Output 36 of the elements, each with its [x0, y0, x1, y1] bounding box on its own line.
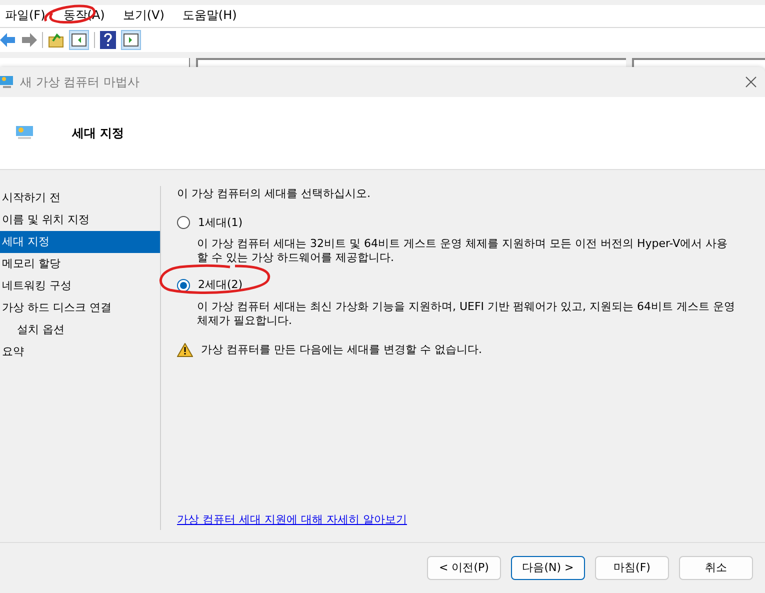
menu-item[interactable]: 도움말(H) — [182, 6, 237, 24]
wizard-step[interactable]: 가상 하드 디스크 연결 — [0, 297, 160, 319]
wizard-step[interactable]: 이름 및 위치 지정 — [0, 209, 160, 231]
radio-button[interactable] — [177, 216, 190, 230]
forward-arrow-icon[interactable] — [21, 33, 37, 47]
radio-label[interactable]: 2세대(2) — [198, 277, 243, 294]
radio-button[interactable] — [177, 278, 190, 292]
dialog-button[interactable]: < 이전(P) — [427, 556, 501, 580]
warning-icon — [177, 342, 193, 357]
close-icon[interactable] — [745, 76, 757, 88]
menu-item[interactable]: 파일(F) — [5, 6, 46, 24]
wizard-step[interactable]: 세대 지정 — [0, 231, 160, 253]
dialog-title: 새 가상 컴퓨터 마법사 — [20, 74, 140, 91]
menu-item[interactable]: 보기(V) — [122, 6, 164, 24]
help-link[interactable]: 가상 컴퓨터 세대 지원에 대해 자세히 알아보기 — [177, 512, 407, 528]
wizard-step[interactable]: 네트워킹 구성 — [0, 275, 160, 297]
dialog-button[interactable]: 다음(N) > — [511, 556, 585, 580]
radio-label[interactable]: 1세대(1) — [198, 214, 243, 231]
warning-text: 가상 컴퓨터를 만든 다음에는 세대를 변경할 수 없습니다. — [201, 342, 482, 358]
wizard-step[interactable]: 시작하기 전 — [0, 187, 160, 209]
dialog-button[interactable]: 취소 — [679, 556, 753, 580]
option-description: 이 가상 컴퓨터 세대는 최신 가상화 기능을 지원하며, UEFI 기반 펌웨어가 있고, 지원되는 64비트 게스트 운영 체제가 필요합니다. — [197, 300, 736, 328]
prompt-text: 이 가상 컴퓨터의 세대를 선택하십시오. — [177, 186, 372, 202]
wizard-step[interactable]: 요약 — [0, 341, 160, 363]
wizard-step[interactable]: 메모리 할당 — [0, 253, 160, 275]
folder-up-icon[interactable] — [48, 32, 64, 48]
help-icon[interactable] — [100, 31, 116, 49]
dialog-button[interactable]: 마침(F) — [595, 556, 669, 580]
back-arrow-icon[interactable] — [0, 33, 16, 47]
computer-icon — [0, 75, 14, 89]
page-header: 세대 지정 — [72, 125, 124, 142]
computer-icon — [16, 126, 34, 140]
wizard-step[interactable]: 설치 옵션 — [0, 319, 160, 341]
pane-icon[interactable] — [121, 30, 141, 50]
pane-icon[interactable] — [69, 30, 89, 50]
option-description: 이 가상 컴퓨터 세대는 32비트 및 64비트 게스트 운영 체제를 지원하며 모든 이전 버전의 Hyper-V에서 사용할 수 있는 가상 하드웨어를 제공합니다. — [197, 237, 729, 265]
